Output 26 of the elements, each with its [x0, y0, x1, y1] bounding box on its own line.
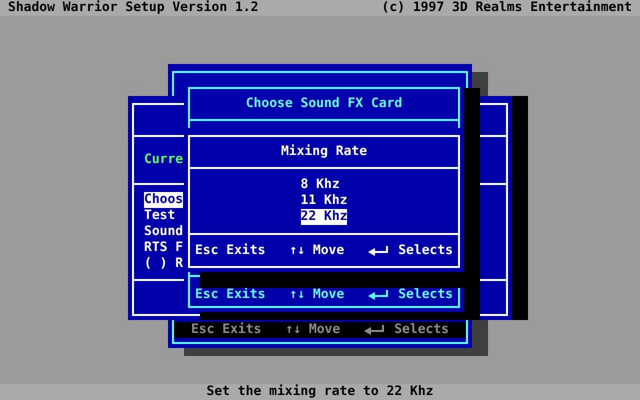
menu-item[interactable]: Choos — [144, 192, 184, 208]
rate-option[interactable]: 22 Khz — [300, 209, 348, 225]
menu-item[interactable]: ( ) R — [144, 256, 184, 272]
enter-key-icon — [364, 325, 384, 335]
app-title: Shadow Warrior Setup Version 1.2 — [8, 0, 258, 16]
copyright-text: (c) 1997 3D Realms Entertainment — [382, 0, 632, 16]
hint-text: Selects — [398, 287, 454, 303]
enter-key-icon — [368, 290, 388, 300]
menu-item[interactable]: Test — [144, 208, 176, 224]
hint-text: ↑↓ Move — [285, 322, 340, 338]
rate-option[interactable]: 8 Khz — [300, 177, 340, 193]
menu-item[interactable]: Sound — [144, 224, 184, 240]
hint-text: Esc Exits — [194, 287, 266, 303]
dialog-title: Choose Sound FX Card — [246, 96, 402, 112]
rate-option[interactable]: 11 Khz — [300, 193, 348, 209]
status-text: Set the mixing rate to 22 Khz — [206, 384, 434, 400]
hint-text: Selects — [398, 242, 454, 258]
current-label: Curre — [143, 152, 184, 168]
hint-text: ↑↓ Move — [289, 242, 344, 258]
hint-text: ↑↓ Move — [289, 287, 344, 303]
hint-text: Esc Exits — [190, 322, 262, 338]
hint-text: Esc Exits — [194, 242, 266, 258]
dialog-title: Mixing Rate — [280, 144, 368, 160]
enter-key-icon — [368, 246, 388, 256]
hint-text: Selects — [394, 322, 450, 338]
menu-item[interactable]: RTS F — [144, 240, 184, 256]
